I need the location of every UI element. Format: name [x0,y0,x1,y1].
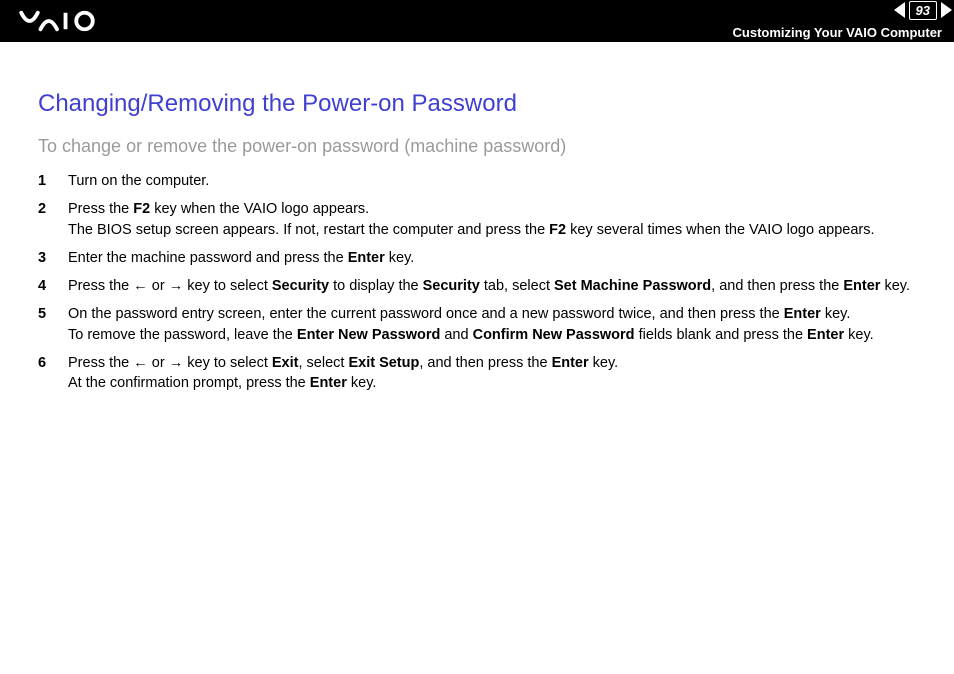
step-number: 1 [38,171,68,191]
arrow-left-icon: ← [133,278,148,294]
content: Changing/Removing the Power-on Password … [0,42,954,394]
step-text: Press the ← or → key to select Exit, sel… [68,353,916,394]
bold-text: F2 [133,201,150,217]
bold-text: Exit Setup [348,355,419,371]
step-number: 5 [38,304,68,345]
bold-text: Enter [843,278,880,294]
page-number: 93 [909,1,937,20]
step-number: 6 [38,353,68,394]
bold-text: Enter [552,355,589,371]
step-text: Press the F2 key when the VAIO logo appe… [68,199,916,240]
header-bar: 93 Customizing Your VAIO Computer [0,0,954,42]
vaio-logo [18,10,118,32]
page-subtitle: To change or remove the power-on passwor… [38,136,916,157]
nav-prev-icon[interactable] [894,2,905,18]
page-title: Changing/Removing the Power-on Password [38,90,916,118]
step-item: 6Press the ← or → key to select Exit, se… [38,353,916,394]
bold-text: Enter [348,250,385,266]
step-item: 5On the password entry screen, enter the… [38,304,916,345]
bold-text: Enter New Password [297,327,440,343]
step-number: 4 [38,276,68,296]
step-text: Turn on the computer. [68,171,916,191]
page-nav: 93 [894,0,954,20]
step-item: 4Press the ← or → key to select Security… [38,276,916,296]
arrow-right-icon: → [169,355,184,371]
step-item: 2Press the F2 key when the VAIO logo app… [38,199,916,240]
arrow-right-icon: → [169,278,184,294]
step-text: Enter the machine password and press the… [68,248,916,268]
bold-text: Exit [272,355,299,371]
bold-text: F2 [549,222,566,238]
bold-text: Security [423,278,480,294]
bold-text: Enter [784,306,821,322]
step-number: 3 [38,248,68,268]
steps-list: 1Turn on the computer.2Press the F2 key … [38,171,916,394]
step-text: On the password entry screen, enter the … [68,304,916,345]
nav-next-icon[interactable] [941,2,952,18]
bold-text: Enter [310,375,347,391]
breadcrumb: Customizing Your VAIO Computer [733,25,948,40]
arrow-left-icon: ← [133,355,148,371]
bold-text: Security [272,278,329,294]
step-number: 2 [38,199,68,240]
step-text: Press the ← or → key to select Security … [68,276,916,296]
bold-text: Set Machine Password [554,278,711,294]
step-item: 1Turn on the computer. [38,171,916,191]
step-item: 3Enter the machine password and press th… [38,248,916,268]
bold-text: Enter [807,327,844,343]
bold-text: Confirm New Password [473,327,635,343]
